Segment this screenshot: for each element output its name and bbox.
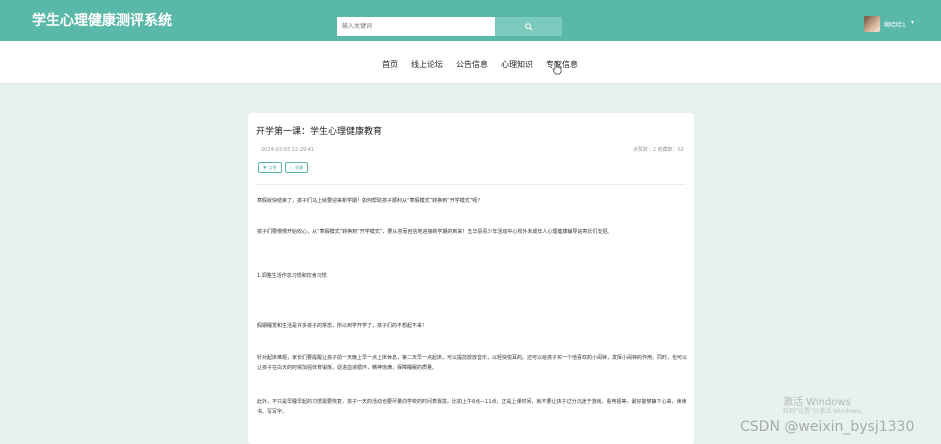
app-title: 学生心理健康测评系统	[32, 13, 172, 29]
nav-item-notice[interactable]: 公告信息	[456, 59, 488, 70]
article-paragraph: 假期睡觉和生活是许多孩子的常态，所以到学开学了，孩子们的不想起不来！	[257, 323, 428, 329]
avatar[interactable]	[864, 16, 880, 32]
nav-item-experts[interactable]: 专家信息	[546, 59, 578, 70]
main-nav: 首页 线上论坛 公告信息 心理知识 专家信息	[0, 41, 941, 84]
article-paragraph: 针对起床难题，家长们要提醒让孩子前一天晚上早一点上床休息，第二天早一点起床，可以…	[257, 355, 688, 371]
article-card: 开学第一课：学生心理健康教育 2024-03-03 12:29:41 点赞数：2…	[248, 113, 694, 444]
search-input[interactable]	[337, 17, 495, 36]
nav-item-forum[interactable]: 线上论坛	[411, 59, 443, 70]
nav-item-home[interactable]: 首页	[382, 59, 398, 70]
article-paragraph: 寒假就快结束了，孩子们马上就要迎来新学期！如何帮助孩子顺利从“寒假模式”转换到“…	[257, 198, 483, 204]
top-bar: 学生心理健康测评系统 啊哈哈1 ▾	[0, 0, 941, 41]
article-title: 开学第一课：学生心理健康教育	[256, 127, 383, 137]
search-icon	[524, 22, 533, 31]
article-paragraph: 此外，不只是早睡早起的习惯需要恢复，孩子一天的活动也要尽量向学校的时间表靠拢。比…	[257, 399, 687, 415]
activation-watermark-subtitle: 转到“设置”以激活 Windows。	[783, 408, 866, 415]
search-button[interactable]	[495, 17, 562, 36]
csdn-watermark: CSDN @weixin_bysj1330	[740, 419, 915, 435]
chevron-down-icon[interactable]: ▾	[911, 19, 914, 26]
collect-button[interactable]: ☆ 收藏	[284, 162, 309, 173]
divider	[256, 184, 686, 185]
like-button[interactable]: ♥ 点赞	[258, 162, 282, 173]
nav-item-knowledge[interactable]: 心理知识	[501, 59, 533, 70]
article-paragraph: 1.调整生活作息习惯和饮食习惯	[257, 273, 327, 279]
article-stats: 点赞数：2 收藏数：62	[632, 147, 684, 153]
hand-cursor-icon	[552, 61, 562, 75]
article-date: 2024-03-03 12:29:41	[261, 147, 315, 153]
star-icon: ☆	[289, 165, 294, 170]
article-paragraph: 孩子们要慢慢开始收心，从“寒假模式”转换到“开学模式”，要从容而自信地迎接新学期…	[257, 229, 613, 235]
user-name[interactable]: 啊哈哈1	[884, 20, 906, 29]
heart-icon: ♥	[263, 165, 267, 170]
